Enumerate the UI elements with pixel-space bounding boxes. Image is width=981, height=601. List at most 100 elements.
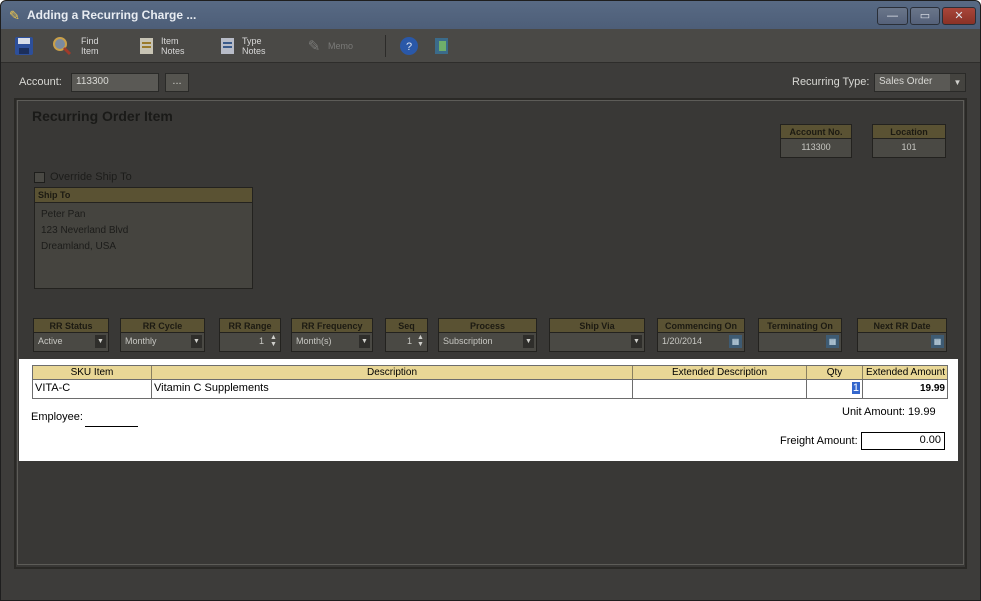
commencing-on-label: Commencing On [658, 319, 744, 333]
seq-text: 1 [406, 336, 412, 346]
employee-field[interactable] [85, 426, 138, 427]
col-sku-item[interactable]: SKU Item [33, 366, 152, 379]
maximize-button[interactable]: ▭ [910, 7, 940, 25]
chevron-down-icon: ▼ [359, 335, 370, 348]
account-label: Account: [19, 76, 62, 88]
rr-status-label: RR Status [34, 319, 108, 333]
ship-via-label: Ship Via [550, 319, 644, 333]
cell-qty[interactable]: 1 [807, 380, 863, 398]
cell-sku[interactable]: VITA-C [33, 380, 152, 398]
calendar-icon[interactable]: ▦ [931, 335, 944, 348]
rr-range-label: RR Range [220, 319, 280, 333]
memo-button[interactable]: ✎ Memo [303, 32, 360, 60]
find-item-label: Find Item [81, 36, 99, 56]
rr-frequency-label: RR Frequency [292, 319, 372, 333]
cell-extended-amount: 19.99 [863, 380, 947, 398]
ship-to-line: Dreamland, USA [41, 241, 117, 252]
rr-range-field[interactable]: RR Range 1 ▲ ▼ [219, 318, 281, 352]
location-label: Location [873, 125, 945, 139]
chevron-down-icon: ▼ [95, 335, 106, 348]
toolbar-separator [385, 35, 386, 57]
toolbar: Find Item Item Notes Type Notes ✎ Memo ? [1, 29, 980, 63]
recurring-type-select[interactable]: Sales Order ▼ [874, 73, 966, 92]
chevron-down-icon: ▼ [950, 74, 965, 91]
process-field[interactable]: Process Subscription ▼ [438, 318, 537, 352]
spinner-icon[interactable]: ▲ ▼ [269, 334, 278, 349]
process-value[interactable]: Subscription ▼ [439, 333, 536, 351]
type-notes-icon [217, 35, 239, 57]
rr-status-field[interactable]: RR Status Active ▼ [33, 318, 109, 352]
override-ship-to[interactable]: Override Ship To [34, 171, 132, 183]
account-no-value: 113300 [781, 139, 851, 157]
memo-icon: ✎ [307, 38, 321, 55]
exit-button[interactable] [431, 32, 453, 60]
table-row[interactable]: VITA-C Vitamin C Supplements 1 19.99 [33, 380, 947, 398]
close-button[interactable]: ✕ [942, 7, 976, 25]
terminating-on-value[interactable]: ▦ [759, 333, 841, 351]
col-extended-description[interactable]: Extended Description [633, 366, 807, 379]
item-notes-label: Item Notes [161, 36, 185, 56]
terminating-on-field[interactable]: Terminating On ▦ [758, 318, 842, 352]
override-ship-to-label: Override Ship To [50, 171, 132, 183]
minimize-button[interactable]: — [877, 7, 908, 25]
seq-value[interactable]: 1 ▲ ▼ [386, 333, 427, 351]
item-panel: SKU Item Description Extended Descriptio… [19, 359, 958, 461]
cell-extended-description[interactable] [633, 380, 807, 398]
chevron-down-icon: ▼ [191, 335, 202, 348]
recurring-type-value: Sales Order [879, 76, 933, 87]
ship-to-box: Ship To Peter Pan 123 Neverland Blvd Dre… [34, 187, 253, 289]
memo-label: Memo [328, 41, 354, 51]
seq-field[interactable]: Seq 1 ▲ ▼ [385, 318, 428, 352]
ship-to-header: Ship To [35, 188, 252, 203]
save-icon [13, 35, 35, 57]
type-notes-button[interactable]: Type Notes [217, 32, 274, 60]
find-item-button[interactable]: Find Item [81, 32, 113, 60]
location-value: 101 [873, 139, 945, 157]
save-button[interactable] [13, 32, 35, 60]
rr-frequency-field[interactable]: RR Frequency Month(s) ▼ [291, 318, 373, 352]
rr-frequency-value[interactable]: Month(s) ▼ [292, 333, 372, 351]
terminating-on-label: Terminating On [759, 319, 841, 333]
ship-to-line: 123 Neverland Blvd [41, 225, 129, 236]
freight-amount-label: Freight Amount: [780, 435, 858, 447]
ship-via-value[interactable]: ▼ [550, 333, 644, 351]
commencing-on-field[interactable]: Commencing On 1/20/2014 ▦ [657, 318, 745, 352]
next-rr-date-field[interactable]: Next RR Date ▦ [857, 318, 947, 352]
rr-cycle-label: RR Cycle [121, 319, 204, 333]
account-no-box: Account No. 113300 [780, 124, 852, 158]
calendar-icon[interactable]: ▦ [826, 335, 839, 348]
freight-amount-input[interactable]: 0.00 [861, 432, 945, 450]
cell-description[interactable]: Vitamin C Supplements [152, 380, 633, 398]
commencing-on-text: 1/20/2014 [662, 336, 703, 346]
rr-cycle-field[interactable]: RR Cycle Monthly ▼ [120, 318, 205, 352]
chevron-down-icon: ▼ [523, 335, 534, 348]
col-qty[interactable]: Qty [807, 366, 863, 379]
item-notes-button[interactable]: Item Notes [136, 32, 193, 60]
spinner-icon[interactable]: ▲ ▼ [416, 334, 425, 349]
search-button[interactable] [51, 32, 73, 60]
col-description[interactable]: Description [152, 366, 633, 379]
help-button[interactable]: ? [398, 32, 420, 60]
ship-to-line: Peter Pan [41, 209, 86, 220]
rr-status-text: Active [38, 336, 63, 346]
rr-range-value[interactable]: 1 ▲ ▼ [220, 333, 280, 351]
rr-range-text: 1 [258, 336, 264, 346]
next-rr-date-value[interactable]: ▦ [858, 333, 946, 351]
ship-via-field[interactable]: Ship Via ▼ [549, 318, 645, 352]
process-text: Subscription [443, 336, 493, 346]
items-grid: SKU Item Description Extended Descriptio… [32, 365, 948, 399]
account-browse-button[interactable]: ... [165, 73, 189, 92]
title-bar[interactable]: ✎ Adding a Recurring Charge ... — ▭ ✕ [1, 1, 980, 29]
rr-status-value[interactable]: Active ▼ [34, 333, 108, 351]
commencing-on-value[interactable]: 1/20/2014 ▦ [658, 333, 744, 351]
rr-cycle-value[interactable]: Monthly ▼ [121, 333, 204, 351]
calendar-icon[interactable]: ▦ [729, 335, 742, 348]
search-icon [51, 35, 73, 57]
seq-label: Seq [386, 319, 427, 333]
account-input[interactable]: 113300 [71, 73, 159, 92]
chevron-down-icon: ▼ [631, 335, 642, 348]
col-extended-amount[interactable]: Extended Amount [863, 366, 947, 379]
exit-icon [431, 35, 453, 57]
override-ship-to-checkbox[interactable] [34, 171, 45, 183]
qty-input[interactable]: 1 [851, 382, 860, 394]
